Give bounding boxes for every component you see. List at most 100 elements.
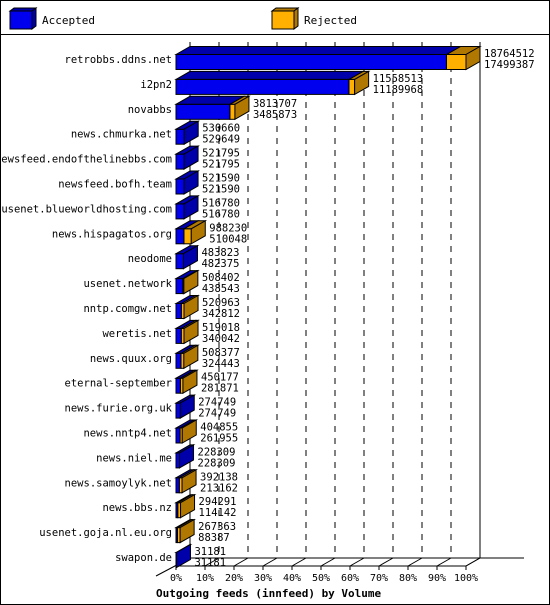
bar-side — [179, 444, 195, 469]
value-label-accepted: 340042 — [202, 333, 240, 345]
bar-accepted — [175, 327, 182, 344]
bar-group — [174, 170, 200, 195]
category-label: swapon.de — [115, 552, 172, 564]
bar-group — [174, 95, 251, 121]
bar-accepted — [175, 352, 182, 369]
bar-accepted — [175, 452, 181, 469]
value-label-accepted: 342812 — [202, 308, 240, 320]
category-label: news.nntp4.net — [83, 428, 172, 440]
value-label-accepted: 213162 — [200, 482, 238, 494]
bar-accepted — [175, 402, 181, 419]
bar-accepted-top — [174, 46, 463, 55]
floor-tick — [262, 557, 278, 567]
category-label: nntp.comgw.net — [83, 303, 172, 315]
bar-rejected — [348, 78, 356, 95]
category-label: weretis.net — [102, 328, 172, 340]
value-label-accepted: 521590 — [202, 184, 240, 196]
value-label-accepted: 114142 — [199, 507, 237, 519]
floor-tick — [407, 557, 423, 567]
category-label: i2pn2 — [140, 79, 172, 91]
category-label: usenet.blueworldhosting.com — [1, 203, 172, 215]
value-label-accepted: 482375 — [201, 258, 239, 270]
category-label: news.furie.org.uk — [65, 403, 173, 415]
bar-accepted-top — [174, 70, 365, 80]
bar-group — [174, 294, 200, 320]
category-label: usenet.network — [83, 278, 172, 290]
bar-accepted — [175, 477, 180, 494]
bar-accepted — [175, 128, 185, 145]
floor-tick — [233, 557, 249, 567]
bar-accepted — [175, 377, 181, 394]
value-label-accepted: 31181 — [194, 557, 226, 569]
bar-accepted — [175, 427, 181, 444]
value-label-accepted: 261955 — [200, 433, 238, 445]
x-tick-label: 80% — [399, 573, 417, 584]
x-tick-label: 10% — [196, 573, 214, 584]
bar-accepted — [175, 153, 185, 170]
bar-accepted — [175, 178, 185, 195]
labels: 0% 10% 20% 30% 40% 50% 60% 70% 80% 90% 100% retrobb… — [0, 48, 535, 584]
bar-accepted — [175, 502, 179, 519]
value-label-accepted: 529649 — [202, 134, 240, 146]
bar-rejected — [183, 228, 192, 245]
bar-group — [174, 219, 208, 245]
bar-group — [174, 269, 200, 295]
bar-side — [180, 493, 196, 519]
bar-group — [174, 468, 198, 494]
category-label: news.niel.me — [96, 452, 172, 464]
x-tick-label: 40% — [283, 573, 301, 584]
floor-tick — [291, 557, 307, 567]
bar-group — [174, 394, 197, 419]
bar-accepted — [175, 103, 231, 120]
bar-accepted — [175, 303, 182, 319]
category-label: neodome — [128, 253, 172, 265]
category-label: newsfeed.endofthelinebbs.com — [0, 154, 172, 166]
bar-group — [174, 244, 200, 270]
category-label: usenet.goja.nl.eu.org — [39, 527, 172, 539]
bar-accepted — [175, 527, 178, 544]
bar-group — [174, 543, 193, 569]
legend-label-rejected: Rejected — [304, 14, 357, 27]
bar-group — [174, 493, 197, 519]
category-label: eternal-september — [65, 378, 172, 390]
category-label: retrobbs.ddns.net — [65, 54, 172, 66]
x-tick-label: 20% — [225, 573, 243, 584]
bar-side — [179, 518, 195, 544]
value-label-accepted: 11189968 — [373, 84, 424, 96]
bar-group — [174, 319, 200, 345]
bar-accepted — [175, 253, 184, 270]
bar-group — [174, 195, 200, 220]
legend-swatch-rejected — [270, 7, 300, 30]
value-label-accepted: 324443 — [202, 358, 240, 370]
legend-swatch-accepted — [8, 7, 38, 30]
bar-accepted — [175, 203, 185, 220]
bar-group — [174, 120, 201, 146]
x-tick-label: 50% — [312, 573, 330, 584]
value-label-accepted: 88387 — [198, 532, 230, 544]
value-label-accepted: 521795 — [202, 159, 240, 171]
bar-accepted — [175, 228, 185, 245]
value-label-accepted: 281871 — [201, 383, 239, 395]
bar-group — [174, 419, 199, 444]
category-label: novabbs — [128, 104, 172, 116]
x-tick-label: 30% — [254, 573, 272, 584]
bar-rejected — [445, 54, 467, 70]
value-label-accepted: 274749 — [198, 408, 236, 420]
bar-group — [174, 45, 482, 71]
bar-side — [175, 543, 191, 569]
floor-right-edge — [465, 557, 481, 567]
floor-tick — [378, 557, 394, 567]
bar-group — [174, 518, 197, 544]
bar-group — [174, 344, 200, 370]
category-label: news.bbs.nz — [102, 502, 172, 514]
value-label-accepted: 516780 — [202, 208, 240, 220]
category-label: news.samoylyk.net — [65, 477, 172, 489]
category-label: news.quux.org — [90, 353, 172, 365]
bar-accepted — [175, 54, 447, 70]
floor-tick — [349, 557, 365, 567]
bar-accepted — [175, 278, 184, 295]
bar-accepted — [175, 78, 350, 95]
bar-rejected — [229, 103, 236, 120]
value-label-accepted: 438543 — [202, 283, 240, 295]
x-tick-label: 70% — [370, 573, 388, 584]
